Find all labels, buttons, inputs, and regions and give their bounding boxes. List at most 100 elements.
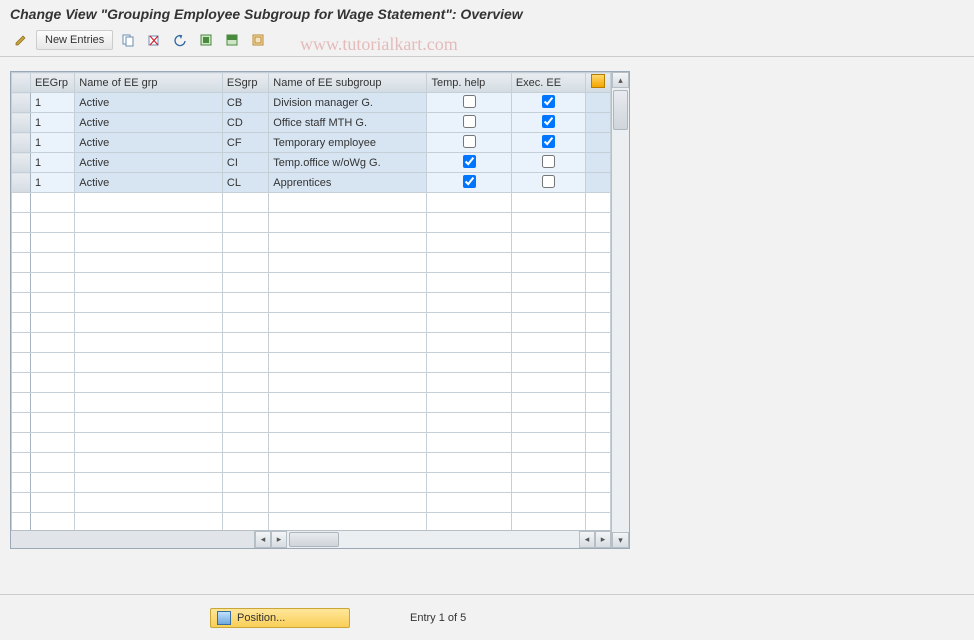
row-selector[interactable] — [12, 513, 31, 531]
cell-exec[interactable] — [511, 113, 585, 133]
cell-exec[interactable] — [511, 133, 585, 153]
select-block-icon[interactable] — [221, 30, 243, 50]
row-selector[interactable] — [12, 313, 31, 333]
table-row[interactable]: 1ActiveCITemp.office w/oWg G. — [12, 153, 611, 173]
row-selector[interactable] — [12, 193, 31, 213]
exec-ee-checkbox[interactable] — [542, 175, 555, 188]
cell-eegrp[interactable]: 1 — [30, 133, 74, 153]
col-header-esname[interactable]: Name of EE subgroup — [269, 73, 427, 93]
cell-eegrp[interactable]: 1 — [30, 93, 74, 113]
hscroll-thumb[interactable] — [289, 532, 339, 547]
col-header-eegrp[interactable]: EEGrp — [30, 73, 74, 93]
new-entries-button[interactable]: New Entries — [36, 30, 113, 50]
cell-pad — [585, 153, 610, 173]
table-row[interactable] — [12, 233, 611, 253]
cell-temp[interactable] — [427, 133, 511, 153]
delete-icon[interactable] — [143, 30, 165, 50]
table-row[interactable] — [12, 453, 611, 473]
table-row[interactable] — [12, 513, 611, 531]
row-selector[interactable] — [12, 113, 31, 133]
row-selector[interactable] — [12, 393, 31, 413]
row-selector-header[interactable] — [12, 73, 31, 93]
scroll-up-icon[interactable]: ▴ — [612, 72, 629, 88]
table-row[interactable]: 1ActiveCBDivision manager G. — [12, 93, 611, 113]
cell-temp[interactable] — [427, 153, 511, 173]
row-selector[interactable] — [12, 153, 31, 173]
table-row[interactable] — [12, 493, 611, 513]
select-all-icon[interactable] — [195, 30, 217, 50]
table-row[interactable]: 1ActiveCDOffice staff MTH G. — [12, 113, 611, 133]
cell-temp[interactable] — [427, 93, 511, 113]
cell-exec[interactable] — [511, 173, 585, 193]
exec-ee-checkbox[interactable] — [542, 155, 555, 168]
col-header-esgrp[interactable]: ESgrp — [222, 73, 268, 93]
table-row[interactable] — [12, 253, 611, 273]
cell-temp[interactable] — [427, 113, 511, 133]
row-selector[interactable] — [12, 213, 31, 233]
scroll-left-first-icon[interactable]: ◂ — [255, 531, 271, 548]
horizontal-scrollbar[interactable]: ◂ ▸ ◂ ▸ — [11, 530, 611, 548]
col-header-temp[interactable]: Temp. help — [427, 73, 511, 93]
table-row[interactable] — [12, 393, 611, 413]
row-selector[interactable] — [12, 273, 31, 293]
table-row[interactable] — [12, 273, 611, 293]
row-selector[interactable] — [12, 353, 31, 373]
cell-esgrp: CB — [222, 93, 268, 113]
cell-exec[interactable] — [511, 153, 585, 173]
cell-eegrp[interactable]: 1 — [30, 173, 74, 193]
row-selector[interactable] — [12, 453, 31, 473]
cell-temp[interactable] — [427, 173, 511, 193]
table-row[interactable] — [12, 353, 611, 373]
copy-icon[interactable] — [117, 30, 139, 50]
exec-ee-checkbox[interactable] — [542, 95, 555, 108]
exec-ee-checkbox[interactable] — [542, 135, 555, 148]
position-button[interactable]: Position... — [210, 608, 350, 628]
scroll-right-icon[interactable]: ◂ — [579, 531, 595, 548]
table-row[interactable]: 1ActiveCFTemporary employee — [12, 133, 611, 153]
temp-help-checkbox[interactable] — [463, 175, 476, 188]
row-selector[interactable] — [12, 173, 31, 193]
configure-columns-button[interactable] — [585, 73, 610, 93]
table-settings-icon — [591, 74, 605, 88]
table-row[interactable] — [12, 473, 611, 493]
row-selector[interactable] — [12, 93, 31, 113]
row-selector[interactable] — [12, 413, 31, 433]
table-row[interactable] — [12, 433, 611, 453]
exec-ee-checkbox[interactable] — [542, 115, 555, 128]
table-row[interactable]: 1ActiveCLApprentices — [12, 173, 611, 193]
table-row[interactable] — [12, 413, 611, 433]
table-row[interactable] — [12, 213, 611, 233]
cell-exec[interactable] — [511, 93, 585, 113]
row-selector[interactable] — [12, 293, 31, 313]
cell-eegrp[interactable]: 1 — [30, 153, 74, 173]
table-row[interactable] — [12, 293, 611, 313]
row-selector[interactable] — [12, 233, 31, 253]
vscroll-thumb[interactable] — [613, 90, 628, 130]
scroll-right-last-icon[interactable]: ▸ — [595, 531, 611, 548]
row-selector[interactable] — [12, 373, 31, 393]
vertical-scrollbar[interactable]: ▴ ▾ — [611, 72, 629, 548]
row-selector[interactable] — [12, 333, 31, 353]
row-selector[interactable] — [12, 133, 31, 153]
data-grid: EEGrp Name of EE grp ESgrp Name of EE su… — [10, 71, 630, 549]
temp-help-checkbox[interactable] — [463, 155, 476, 168]
row-selector[interactable] — [12, 493, 31, 513]
temp-help-checkbox[interactable] — [463, 135, 476, 148]
scroll-left-icon[interactable]: ▸ — [271, 531, 287, 548]
table-row[interactable] — [12, 193, 611, 213]
table-row[interactable] — [12, 333, 611, 353]
row-selector[interactable] — [12, 473, 31, 493]
row-selector[interactable] — [12, 253, 31, 273]
cell-eegrp[interactable]: 1 — [30, 113, 74, 133]
col-header-eename[interactable]: Name of EE grp — [75, 73, 223, 93]
table-row[interactable] — [12, 373, 611, 393]
row-selector[interactable] — [12, 433, 31, 453]
toggle-edit-icon[interactable] — [10, 30, 32, 50]
temp-help-checkbox[interactable] — [463, 95, 476, 108]
table-row[interactable] — [12, 313, 611, 333]
temp-help-checkbox[interactable] — [463, 115, 476, 128]
undo-icon[interactable] — [169, 30, 191, 50]
deselect-all-icon[interactable] — [247, 30, 269, 50]
scroll-down-icon[interactable]: ▾ — [612, 532, 629, 548]
col-header-exec[interactable]: Exec. EE — [511, 73, 585, 93]
